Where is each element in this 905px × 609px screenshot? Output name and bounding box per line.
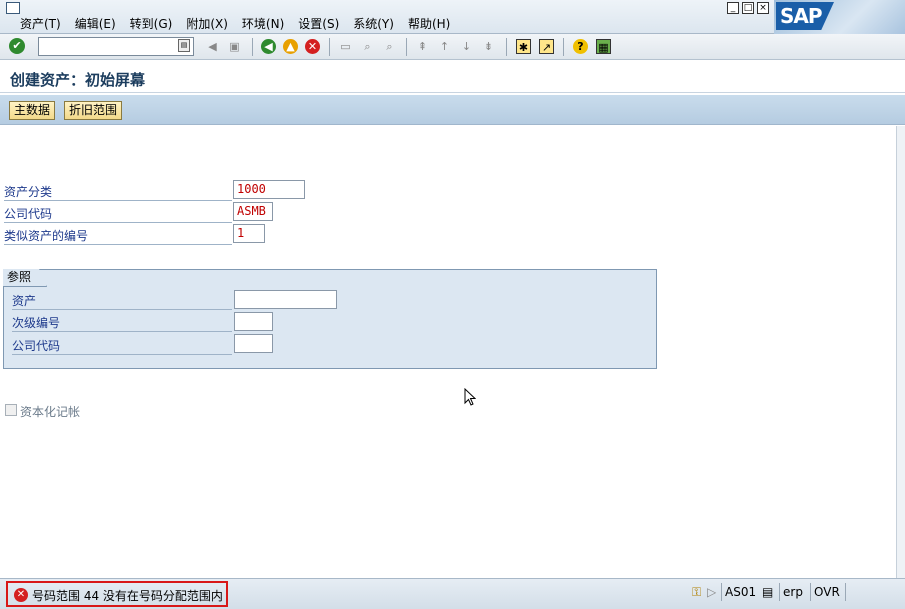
- menu-bar: 资产(T) 编辑(E) 转到(G) 附加(X) 环境(N) 设置(S) 系统(Y…: [0, 0, 905, 34]
- transaction-code: AS01: [721, 583, 759, 601]
- last-page-icon[interactable]: ⇟: [481, 39, 496, 54]
- next-page-icon[interactable]: ↓: [459, 39, 474, 54]
- shortcut-icon[interactable]: ↗: [539, 39, 554, 54]
- menu-system[interactable]: 系统(Y): [353, 15, 394, 32]
- system-menu-icon[interactable]: [6, 2, 20, 14]
- expand-arrow-icon[interactable]: ▷: [707, 585, 716, 599]
- ref-sub-number-field[interactable]: [234, 312, 273, 331]
- system-info-icon[interactable]: ▤: [762, 585, 773, 599]
- toolbar-separator: [506, 38, 507, 56]
- toolbar-separator: [329, 38, 330, 56]
- new-session-icon[interactable]: ✱: [516, 39, 531, 54]
- capitalize-checkbox[interactable]: [5, 404, 17, 416]
- layout-menu-icon[interactable]: ▦: [596, 39, 611, 54]
- capitalize-label: 资本化记帐: [20, 405, 81, 419]
- similar-assets-field[interactable]: 1: [233, 224, 265, 243]
- status-empty-field: [845, 583, 885, 601]
- similar-assets-label: 类似资产的编号: [4, 227, 232, 245]
- key-icon[interactable]: ⚿: [692, 585, 701, 600]
- company-code-field[interactable]: ASMB: [233, 202, 273, 221]
- cancel-icon[interactable]: ✕: [305, 39, 320, 54]
- enter-check-icon[interactable]: ✔: [9, 38, 25, 54]
- minimize-icon[interactable]: _: [727, 2, 739, 14]
- status-bar: ✕ 号码范围 44 没有在号码分配范围内 ⚿ ▷ AS01 ▤ erp OVR: [0, 578, 905, 609]
- asset-class-label: 资产分类: [4, 183, 232, 201]
- close-icon[interactable]: ×: [757, 2, 769, 14]
- input-mode[interactable]: OVR: [810, 583, 843, 601]
- first-page-icon[interactable]: ⇞: [415, 39, 430, 54]
- menu-settings[interactable]: 设置(S): [298, 15, 339, 32]
- page-title: 创建资产：初始屏幕: [10, 71, 146, 89]
- error-icon: ✕: [14, 588, 28, 602]
- toolbar-separator: [406, 38, 407, 56]
- sap-logo: SAP: [774, 0, 905, 34]
- standard-toolbar: ✔ ▤ ◀ ▣ ◀ ▲ ✕ ▭ ⌕ ⌕ ⇞ ↑ ↓ ⇟ ✱ ↗ ? ▦: [0, 34, 905, 60]
- maximize-icon[interactable]: □: [742, 2, 754, 14]
- help-icon[interactable]: ?: [573, 39, 588, 54]
- ref-company-code-field[interactable]: [234, 334, 273, 353]
- command-history-icon[interactable]: ▤: [178, 39, 190, 52]
- ref-asset-field[interactable]: [234, 290, 337, 309]
- company-code-label: 公司代码: [4, 205, 232, 223]
- master-data-button[interactable]: 主数据: [9, 101, 56, 120]
- status-message[interactable]: ✕ 号码范围 44 没有在号码分配范围内: [6, 581, 228, 607]
- command-field[interactable]: [38, 37, 194, 56]
- ref-asset-label: 资产: [12, 292, 232, 310]
- back-icon[interactable]: ◀: [261, 39, 276, 54]
- previous-page-icon[interactable]: ↑: [437, 39, 452, 54]
- ref-sub-number-label: 次级编号: [12, 314, 232, 332]
- menu-edit[interactable]: 编辑(E): [75, 15, 116, 32]
- toolbar-separator: [563, 38, 564, 56]
- window-buttons: _ □ ×: [727, 2, 769, 14]
- depreciation-areas-button[interactable]: 折旧范围: [64, 101, 123, 120]
- exit-icon[interactable]: ▲: [283, 39, 298, 54]
- menu-extras[interactable]: 附加(X): [186, 15, 228, 32]
- menu-environment[interactable]: 环境(N): [242, 15, 284, 32]
- application-toolbar: 主数据 折旧范围: [0, 95, 905, 125]
- menu-items: 资产(T) 编辑(E) 转到(G) 附加(X) 环境(N) 设置(S) 系统(Y…: [20, 15, 450, 32]
- menu-asset[interactable]: 资产(T): [20, 15, 61, 32]
- vertical-scrollbar[interactable]: [896, 126, 905, 578]
- back-arrow-icon[interactable]: ◀: [205, 39, 220, 54]
- status-message-text: 号码范围 44 没有在号码分配范围内: [32, 589, 223, 603]
- find-icon[interactable]: ⌕: [360, 39, 375, 54]
- menu-help[interactable]: 帮助(H): [408, 15, 450, 32]
- menu-goto[interactable]: 转到(G): [130, 15, 173, 32]
- find-next-icon[interactable]: ⌕: [382, 39, 397, 54]
- save-icon[interactable]: ▣: [227, 39, 242, 54]
- mouse-cursor-icon: [464, 388, 476, 406]
- print-icon[interactable]: ▭: [338, 39, 353, 54]
- ref-company-code-label: 公司代码: [12, 337, 232, 355]
- server-name: erp: [779, 583, 806, 601]
- toolbar-separator: [252, 38, 253, 56]
- asset-class-field[interactable]: 1000: [233, 180, 305, 199]
- title-bar: 创建资产：初始屏幕: [0, 63, 905, 93]
- sap-logo-text: SAP: [780, 4, 823, 28]
